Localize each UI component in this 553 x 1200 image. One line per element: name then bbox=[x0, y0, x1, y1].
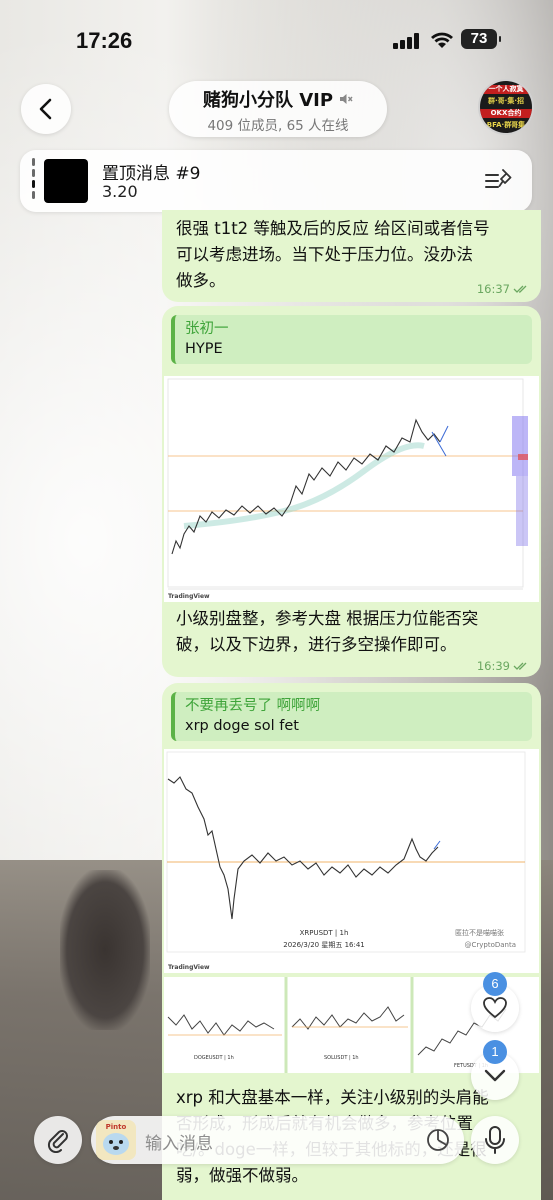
avatar-text-3: OKX合约 bbox=[480, 109, 532, 118]
voice-record-button[interactable] bbox=[471, 1116, 519, 1164]
chevron-down-icon bbox=[484, 1069, 506, 1082]
wifi-icon bbox=[431, 32, 453, 48]
message-bubble[interactable]: 很强 t1t2 等触及后的反应 给区间或者信号 可以考虑进场。当下处于压力位。没… bbox=[162, 210, 541, 302]
chat-title-pill[interactable]: 赌狗小分队 VIP 409 位成员, 65 人在线 bbox=[169, 81, 387, 137]
pinned-message-bar[interactable]: 置顶消息 #9 3.20 bbox=[20, 150, 532, 212]
heart-icon bbox=[483, 997, 507, 1019]
message-meta: 16:37 bbox=[477, 282, 529, 296]
message-meta: 16:39 bbox=[477, 659, 529, 673]
group-avatar[interactable]: 一个人寂寞 群·哥·集·招 OKX合约 BFA·群哥集 bbox=[478, 79, 534, 135]
pinned-text: 3.20 bbox=[102, 182, 138, 201]
back-button[interactable] bbox=[21, 84, 71, 134]
message-time: 16:39 bbox=[476, 659, 510, 673]
pinned-title: 置顶消息 #9 bbox=[102, 164, 201, 184]
read-checkmarks-icon bbox=[513, 285, 527, 293]
reply-author: 张初一 bbox=[185, 321, 229, 337]
read-checkmarks-icon bbox=[513, 662, 527, 670]
reply-preview[interactable]: 张初一 HYPE bbox=[171, 315, 532, 364]
avatar-text-4: BFA·群哥集 bbox=[486, 121, 526, 129]
microphone-icon bbox=[485, 1126, 505, 1154]
attach-button[interactable] bbox=[34, 1116, 82, 1164]
xrp-chart-title: XRPUSDT | 1h bbox=[300, 929, 349, 937]
tradingview-footer: TradingView bbox=[168, 593, 210, 600]
input-placeholder: 输入消息 bbox=[145, 1134, 213, 1154]
reply-author: 不要再丢号了 啊啊啊 bbox=[185, 698, 321, 714]
sticker-label: Pinto bbox=[106, 1123, 127, 1131]
chart-watermark-name: 匿拉不是喵喵张 bbox=[455, 928, 504, 937]
message-input[interactable]: Pinto 输入消息 bbox=[91, 1116, 464, 1164]
reactions-count-badge: 6 bbox=[483, 972, 507, 996]
reply-text: HYPE bbox=[185, 341, 223, 357]
xrp-chart-image[interactable]: XRPUSDT | 1h 2026/3/20 星期五 16:41 匿拉不是喵喵张… bbox=[164, 749, 539, 973]
reply-text: xrp doge sol fet bbox=[185, 718, 299, 734]
reactions-button[interactable]: 6 bbox=[471, 972, 519, 1032]
reply-preview[interactable]: 不要再丢号了 啊啊啊 xrp doge sol fet bbox=[171, 692, 532, 741]
chevron-left-icon bbox=[39, 98, 52, 120]
chart-watermark-handle: @CryptoDanta bbox=[464, 941, 516, 949]
xrp-chart-date: 2026/3/20 星期五 16:41 bbox=[283, 941, 365, 949]
mini-chart-label: DOGEUSDT | 1h bbox=[194, 1055, 234, 1061]
tradingview-footer: TradingView bbox=[168, 964, 210, 971]
avatar-text-1: 一个人寂寞 bbox=[480, 85, 532, 94]
message-text: 小级别盘整，参考大盘 根据压力位能否突 破，以及下边界，进行多空操作即可。 bbox=[176, 609, 479, 654]
pin-position-indicator bbox=[32, 158, 35, 204]
message-bubble[interactable]: 张初一 HYPE TradingView 小级别盘整，参考大盘 根据压力位能否突… bbox=[162, 306, 541, 677]
chat-title: 赌狗小分队 VIP bbox=[202, 90, 334, 111]
message-time: 16:37 bbox=[476, 282, 510, 296]
mini-chart-label: SOLUSDT | 1h bbox=[324, 1055, 359, 1061]
status-bar: 17:26 73 bbox=[0, 0, 553, 80]
sticker-dog-icon: Pinto bbox=[96, 1120, 136, 1160]
paperclip-icon bbox=[47, 1130, 68, 1153]
sticker-button[interactable]: Pinto bbox=[96, 1120, 136, 1160]
pinned-list-icon[interactable] bbox=[484, 167, 514, 193]
xrp-chart-plot: XRPUSDT | 1h 2026/3/20 星期五 16:41 匿拉不是喵喵张… bbox=[164, 749, 539, 973]
hype-chart-image[interactable]: TradingView bbox=[164, 376, 539, 602]
muted-speaker-icon bbox=[340, 94, 353, 104]
battery-indicator: 73 bbox=[461, 29, 501, 49]
pinned-thumbnail bbox=[44, 159, 88, 203]
unread-count-badge: 1 bbox=[483, 1040, 507, 1064]
hype-chart-plot bbox=[164, 376, 539, 602]
emoji-sticker-icon[interactable] bbox=[426, 1128, 450, 1152]
cellular-signal-icon bbox=[393, 33, 419, 49]
scroll-down-button[interactable]: 1 bbox=[471, 1040, 519, 1100]
member-count: 409 位成员, 65 人在线 bbox=[207, 118, 349, 134]
status-time: 17:26 bbox=[76, 28, 133, 53]
avatar-text-2: 群·哥·集·招 bbox=[488, 97, 524, 105]
